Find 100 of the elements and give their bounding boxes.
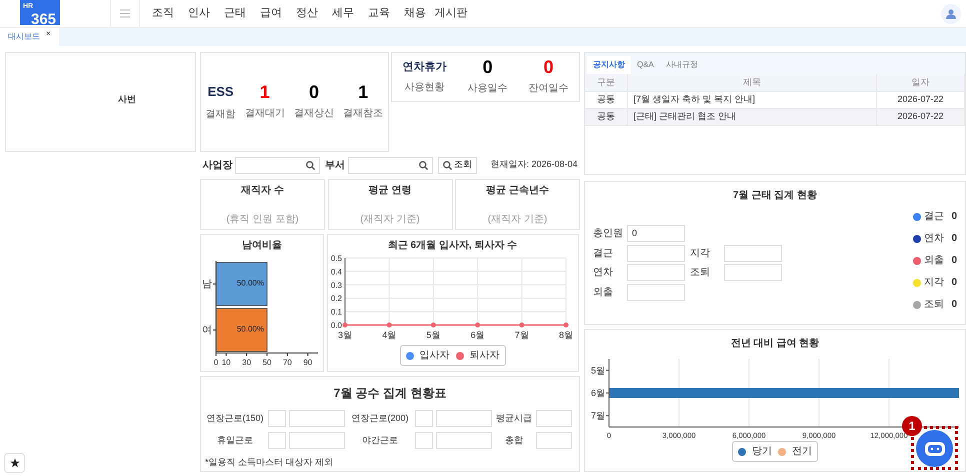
column-header: 일자: [876, 74, 964, 91]
field-label: 지각: [690, 246, 711, 260]
count-label: 결재상신: [294, 107, 334, 121]
legend-label: 지각: [924, 276, 944, 290]
menu-icon[interactable]: [120, 9, 130, 18]
chart-title: 남여비율: [241, 238, 283, 252]
menu-item[interactable]: 세무: [325, 5, 361, 22]
legend-value: 0: [951, 298, 957, 312]
star-icon: [10, 458, 20, 468]
menu-item[interactable]: 정산: [289, 5, 325, 22]
menu-item[interactable]: 조직: [145, 5, 181, 22]
notice-tab[interactable]: Q&A: [631, 56, 660, 74]
table-cell: [근태] 근태관리 협조 안내: [627, 108, 876, 125]
leave-subtitle: 사용현황: [404, 81, 445, 96]
current-date: 현재일자: 2026-08-04: [490, 158, 578, 172]
stat-note: (휴직 인원 포함): [226, 212, 299, 226]
data-point: [342, 322, 347, 327]
input-field[interactable]: [415, 410, 433, 427]
stat-note: (재직자 기준): [360, 212, 420, 226]
axis-label: 4월: [382, 330, 396, 340]
legend-value: 0: [951, 276, 957, 290]
input-field[interactable]: [289, 432, 345, 449]
input-field[interactable]: [536, 410, 572, 427]
notice-tab[interactable]: 공지사항: [587, 56, 631, 74]
field-label: 평균시급: [495, 412, 533, 425]
count-label: 잔여일수: [528, 82, 569, 96]
input-field[interactable]: [268, 432, 286, 449]
legend-label: 외출: [924, 254, 944, 268]
input-field[interactable]: 0: [627, 225, 685, 242]
table-row[interactable]: 공통 [7월 생일자 축하 및 복지 안내] 2026-07-22: [585, 91, 964, 108]
legend-value: 0: [951, 232, 957, 246]
tick-label: 0.3: [330, 280, 342, 290]
data-point: [518, 322, 524, 327]
table-row[interactable]: 공통 [근태] 근태관리 협조 안내 2026-07-22: [585, 108, 964, 125]
tick-label: 10: [222, 358, 231, 364]
input-field[interactable]: [724, 264, 782, 281]
input-field[interactable]: [268, 410, 286, 427]
search-icon: [418, 160, 428, 170]
site-label: 사업장: [202, 158, 232, 172]
input-field[interactable]: [627, 264, 685, 281]
menu-item[interactable]: 채용: [397, 5, 433, 22]
menu-item[interactable]: 근태: [217, 5, 253, 22]
axis-label: 남: [202, 278, 212, 290]
legend-dot: [778, 448, 786, 456]
notice-tab[interactable]: 사내규정: [660, 56, 704, 74]
table-cell: 공통: [585, 91, 627, 108]
data-point: [474, 322, 480, 327]
menu-item[interactable]: 게시판: [433, 5, 469, 22]
axis-label: 7월: [590, 410, 605, 421]
menu-item[interactable]: 교육: [361, 5, 397, 22]
search-field[interactable]: [235, 156, 320, 174]
count-number: 0: [482, 58, 493, 76]
panel-title: 7월 근태 집계 현황: [732, 189, 818, 203]
tick-label: 0.0: [330, 320, 342, 330]
tick-label: 0.5: [330, 254, 342, 262]
input-field[interactable]: [436, 432, 492, 449]
input-field[interactable]: [289, 410, 345, 427]
legend-value: 0: [951, 254, 957, 268]
chart-title: 전년 대비 급여 현황: [730, 337, 820, 351]
search-button[interactable]: 조회: [438, 156, 477, 174]
field-label: 연장근로(150): [205, 412, 264, 425]
legend-label: 결근: [924, 210, 944, 224]
axis-label: 6월: [470, 330, 484, 340]
count-label: 결재대기: [244, 107, 285, 121]
field-label: 연차: [593, 266, 614, 280]
field-label: 조퇴: [690, 266, 711, 280]
leave-title: 연차휴가: [402, 60, 447, 75]
y-axis: [606, 358, 610, 428]
menu-item[interactable]: 인사: [181, 5, 217, 22]
table-cell: [7월 생일자 축하 및 복지 안내]: [627, 91, 876, 108]
field-label: 결근: [593, 246, 614, 260]
axis-label: 5월: [426, 330, 440, 340]
stat-title: 재직자 수: [241, 184, 284, 198]
axis-label: 5월: [590, 365, 605, 376]
menu-item[interactable]: 급여: [253, 5, 289, 22]
axis-label: 여: [202, 324, 212, 336]
column-header: 제목: [627, 74, 876, 91]
close-button[interactable]: ×: [46, 28, 51, 40]
input-field[interactable]: [724, 244, 782, 262]
legend-label: 연차: [924, 232, 944, 246]
input-field[interactable]: [436, 410, 492, 427]
count-number: 0: [544, 58, 554, 76]
input-field[interactable]: [627, 284, 685, 300]
robot-icon: [924, 440, 946, 456]
page-tab[interactable]: 대시보드 ×: [0, 28, 59, 46]
input-field[interactable]: [536, 432, 572, 449]
tick-label: 0: [214, 358, 218, 364]
legend-label: 당기: [752, 445, 772, 459]
ess-subtitle: 결재함: [206, 108, 236, 122]
table-cell: 2026-07-22: [876, 91, 964, 108]
avatar[interactable]: [941, 4, 961, 24]
bar: [216, 308, 268, 352]
input-field[interactable]: [627, 244, 685, 262]
favorite-button[interactable]: [4, 453, 25, 473]
search-field[interactable]: [348, 156, 432, 174]
input-field[interactable]: [415, 432, 433, 449]
stat-title: 평균 근속년수: [486, 184, 549, 198]
user-icon: [946, 8, 956, 18]
employee-number-label: 사번: [118, 93, 136, 106]
data-point: [430, 322, 436, 327]
